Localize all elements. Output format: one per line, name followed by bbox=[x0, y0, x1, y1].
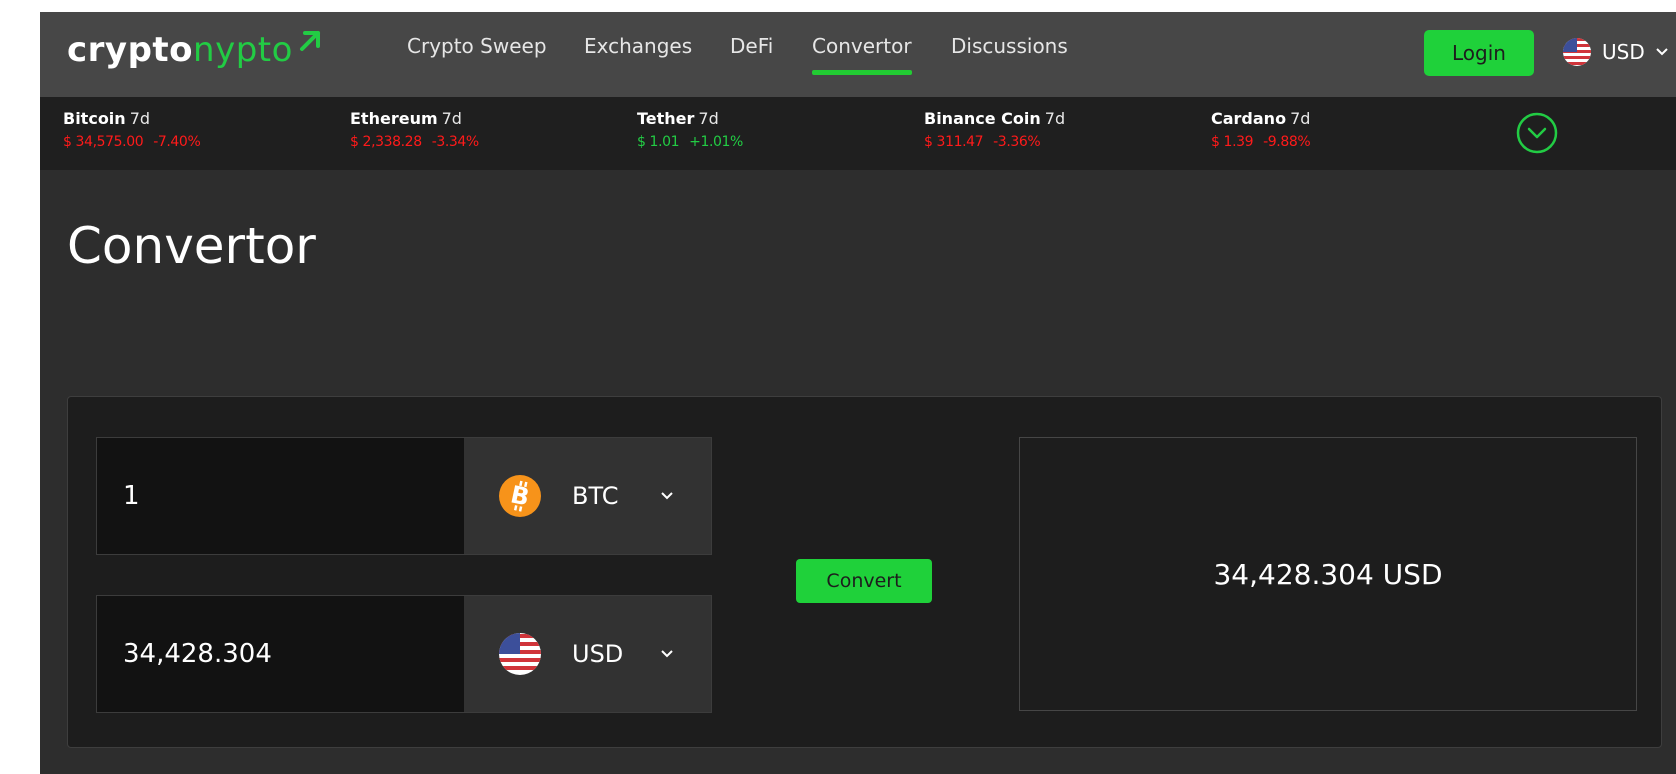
ticker-price: $ 311.47 bbox=[924, 134, 984, 150]
to-amount-input[interactable] bbox=[97, 596, 464, 712]
from-amount-input[interactable] bbox=[97, 438, 464, 554]
ticker-change: +1.01% bbox=[689, 134, 743, 150]
to-field: USD bbox=[96, 595, 712, 713]
ticker-coin-name: Ethereum bbox=[350, 109, 438, 128]
ticker-item-binance-coin[interactable]: Binance Coin 7d $ 311.47 -3.36% bbox=[924, 109, 1065, 150]
ticker-period: 7d bbox=[1044, 109, 1066, 128]
to-currency-select[interactable]: USD bbox=[464, 596, 711, 712]
from-currency-code: BTC bbox=[572, 482, 619, 510]
login-button[interactable]: Login bbox=[1424, 30, 1534, 76]
nav-discussions[interactable]: Discussions bbox=[951, 34, 1068, 58]
chevron-down-icon bbox=[1656, 48, 1668, 56]
from-field: B BTC bbox=[96, 437, 712, 555]
logo-text-crypto: crypto bbox=[67, 30, 194, 70]
conversion-result-box: 34,428.304 USD bbox=[1019, 437, 1637, 711]
ticker-coin-name: Bitcoin bbox=[63, 109, 126, 128]
bitcoin-icon: B bbox=[499, 475, 541, 517]
ticker-price: $ 1.01 bbox=[637, 134, 680, 150]
site-logo[interactable]: crypto nypto bbox=[67, 30, 323, 70]
ticker-item-cardano[interactable]: Cardano 7d $ 1.39 -9.88% bbox=[1211, 109, 1311, 150]
ticker-coin-name: Cardano bbox=[1211, 109, 1287, 128]
chevron-down-icon bbox=[661, 650, 673, 658]
ticker-price: $ 1.39 bbox=[1211, 134, 1254, 150]
ticker-change: -7.40% bbox=[153, 134, 201, 150]
us-flag-icon bbox=[499, 633, 541, 675]
ticker-period: 7d bbox=[441, 109, 462, 128]
nav-crypto-sweep[interactable]: Crypto Sweep bbox=[407, 34, 547, 58]
conversion-result: 34,428.304 USD bbox=[1213, 557, 1443, 591]
from-currency-select[interactable]: B BTC bbox=[464, 438, 711, 554]
ticker-change: -3.34% bbox=[431, 134, 480, 150]
chevron-down-circle-icon[interactable] bbox=[1516, 112, 1558, 154]
ticker-coin-name: Binance Coin bbox=[924, 109, 1041, 128]
ticker-change: -9.88% bbox=[1263, 134, 1311, 150]
us-flag-icon bbox=[1563, 38, 1591, 66]
ticker-period: 7d bbox=[698, 109, 719, 128]
top-nav-bar: crypto nypto Crypto Sweep Exchanges DeFi … bbox=[40, 12, 1676, 97]
ticker-coin-name: Tether bbox=[637, 109, 695, 128]
ticker-period: 7d bbox=[129, 109, 151, 128]
ticker-period: 7d bbox=[1290, 109, 1311, 128]
convert-button[interactable]: Convert bbox=[796, 559, 932, 603]
currency-selector[interactable]: USD bbox=[1562, 36, 1669, 68]
ticker-item-ethereum[interactable]: Ethereum 7d $ 2,338.28 -3.34% bbox=[350, 109, 479, 150]
nav-convertor[interactable]: Convertor bbox=[812, 34, 912, 75]
ticker-price: $ 2,338.28 bbox=[350, 134, 422, 150]
nav-exchanges[interactable]: Exchanges bbox=[584, 34, 692, 58]
price-ticker: Bitcoin 7d $ 34,575.00 -7.40% Ethereum 7d $… bbox=[40, 97, 1676, 170]
ticker-item-tether[interactable]: Tether 7d $ 1.01 +1.01% bbox=[637, 109, 743, 150]
arrow-up-right-icon bbox=[299, 31, 320, 51]
nav-defi[interactable]: DeFi bbox=[730, 34, 773, 58]
page-title: Convertor bbox=[67, 217, 316, 275]
chevron-down-icon bbox=[661, 492, 673, 500]
ticker-item-bitcoin[interactable]: Bitcoin 7d $ 34,575.00 -7.40% bbox=[63, 109, 201, 150]
ticker-price: $ 34,575.00 bbox=[63, 134, 144, 150]
converter-panel: B BTC bbox=[67, 396, 1662, 748]
to-currency-code: USD bbox=[572, 640, 624, 668]
currency-label: USD bbox=[1602, 40, 1645, 64]
logo-text-nypto: nypto bbox=[193, 30, 293, 70]
app-window: crypto nypto Crypto Sweep Exchanges DeFi … bbox=[40, 12, 1676, 774]
ticker-change: -3.36% bbox=[993, 134, 1041, 150]
